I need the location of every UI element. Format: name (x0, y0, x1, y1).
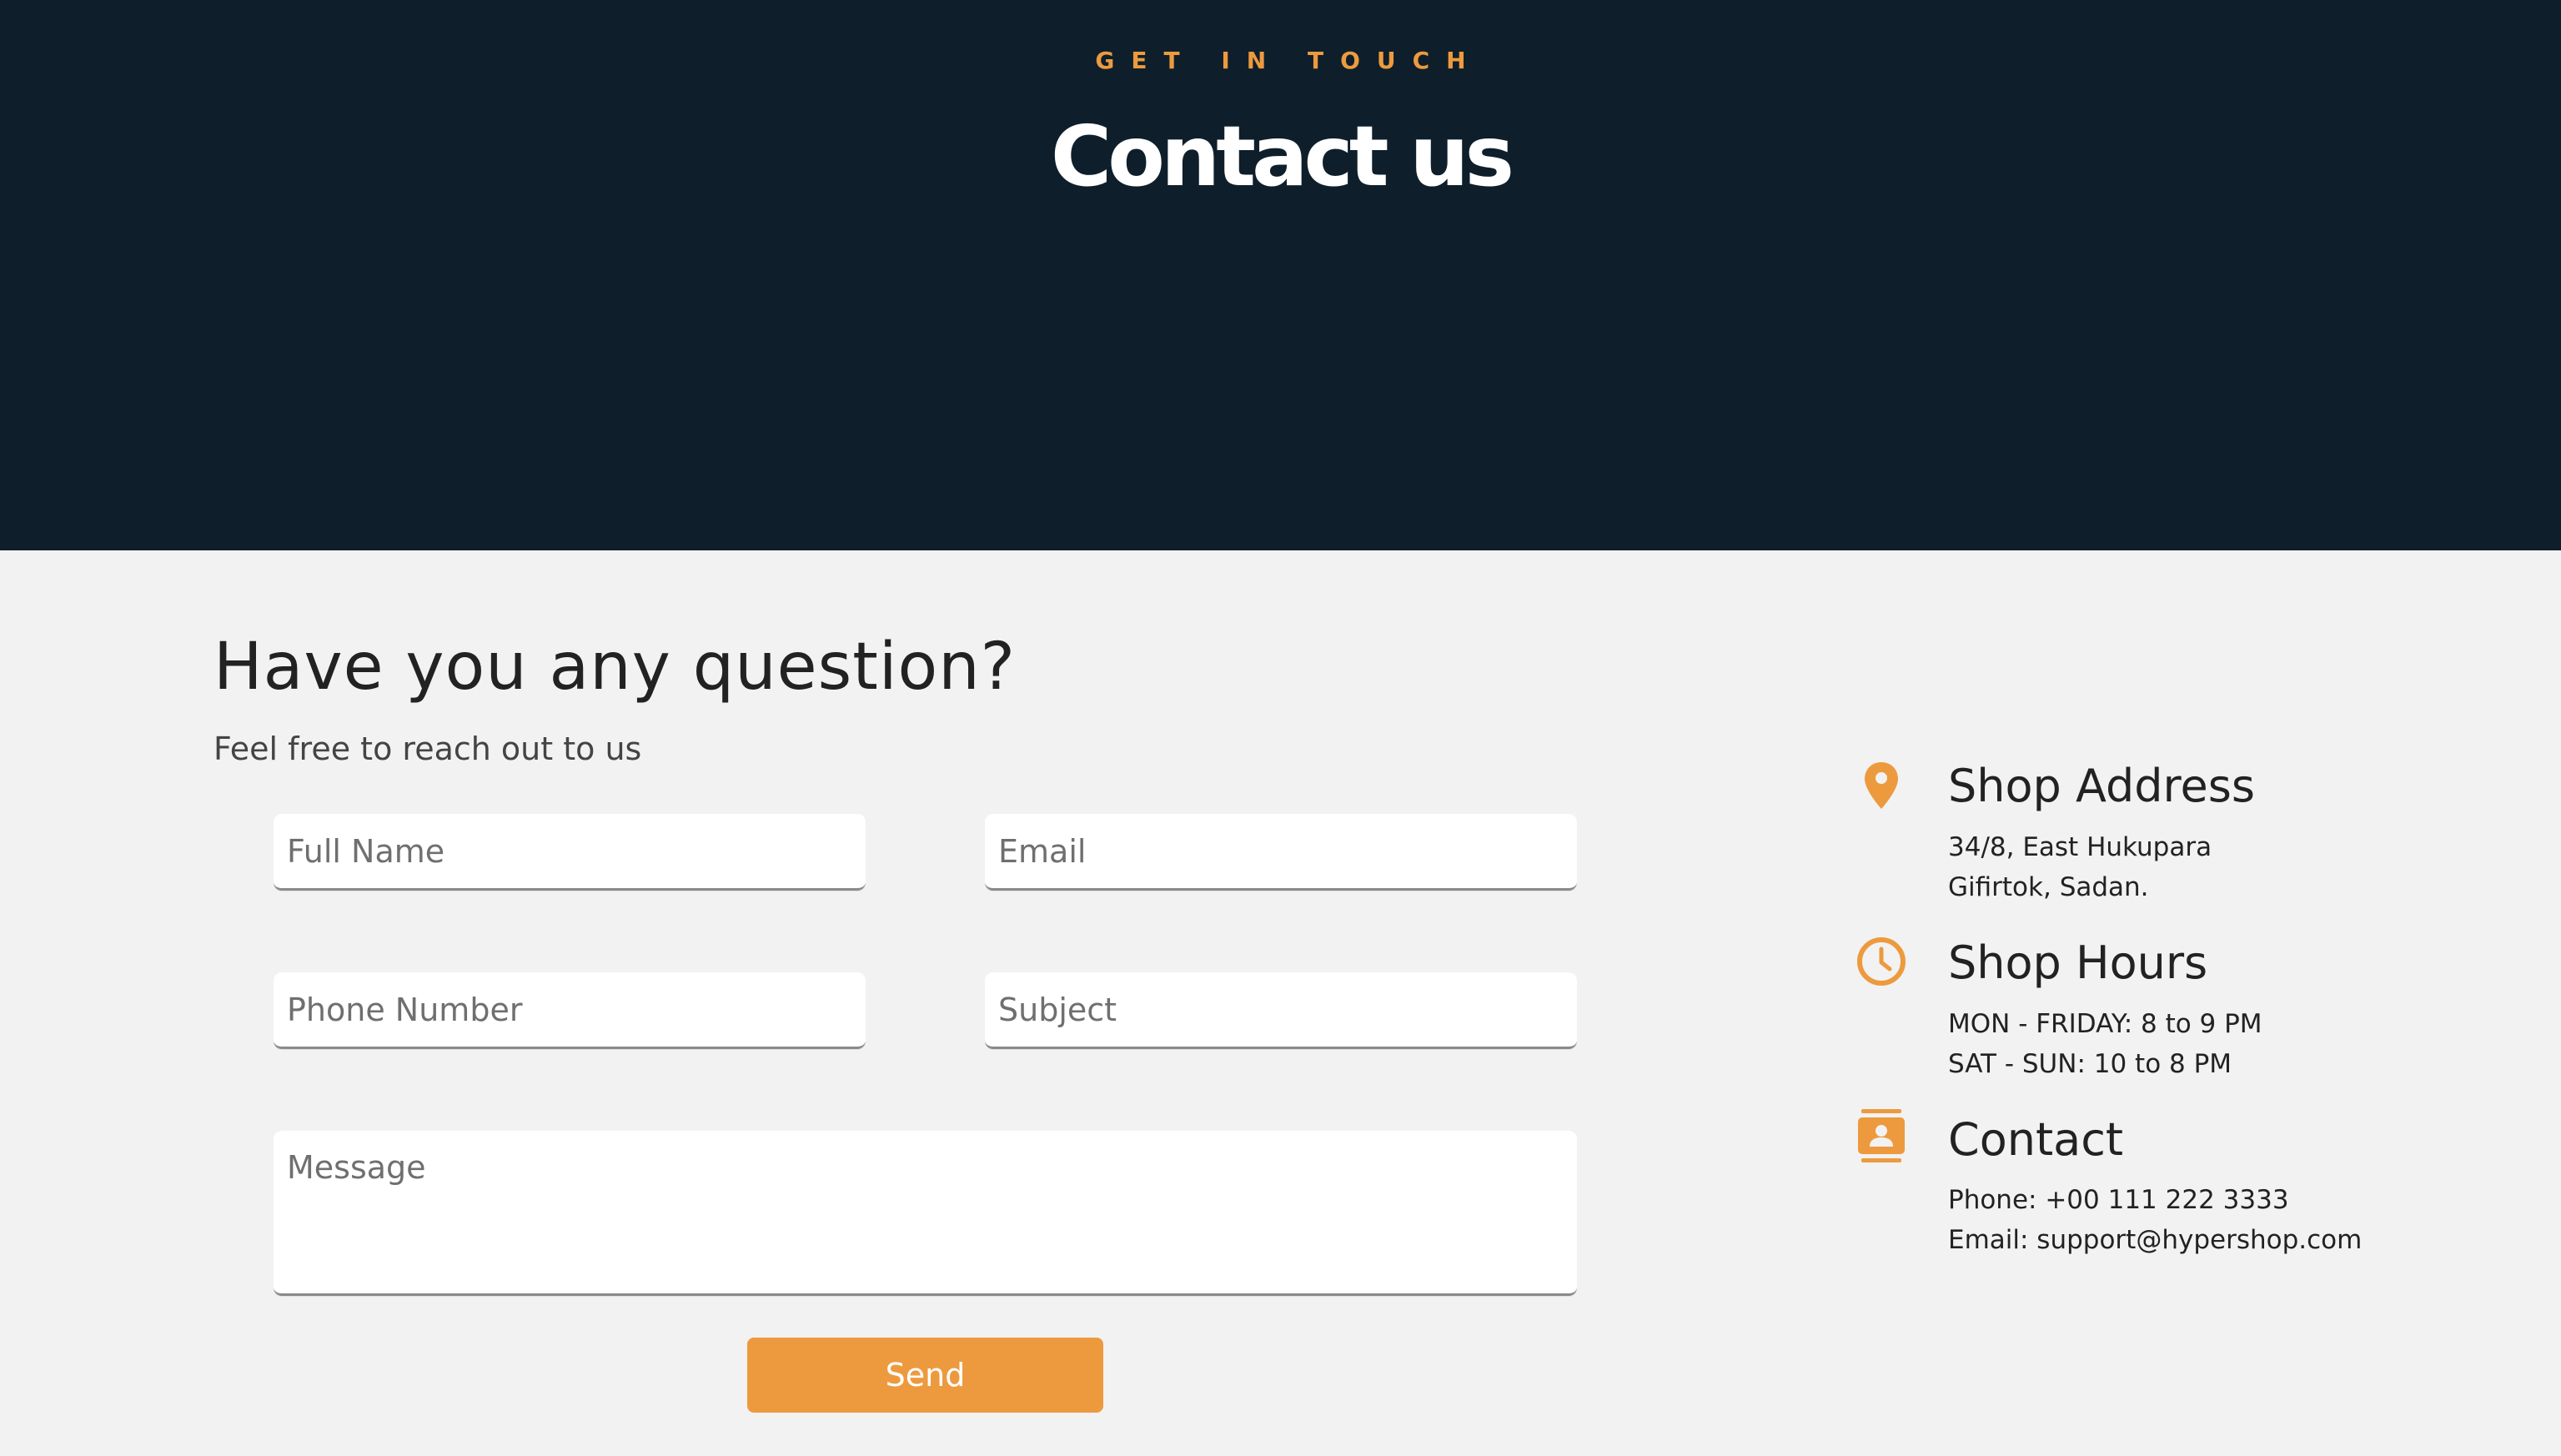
shop-hours-line-1: MON - FRIDAY: 8 to 9 PM (1948, 1009, 2262, 1039)
email-input[interactable] (985, 814, 1577, 891)
hero-banner: GET IN TOUCH Contact us (0, 0, 2561, 550)
shop-address-title: Shop Address (1948, 760, 2256, 812)
contact-card-icon (1858, 1109, 1905, 1162)
shop-address-line-2: Gifirtok, Sadan. (1948, 872, 2149, 902)
full-name-input[interactable] (274, 814, 866, 891)
page-title: Contact us (1050, 108, 1514, 205)
send-button[interactable]: Send (747, 1338, 1103, 1413)
shop-address-line-1: 34/8, East Hukupara (1948, 832, 2212, 862)
contact-title: Contact (1948, 1113, 2124, 1166)
hero-eyebrow: GET IN TOUCH (1095, 47, 1483, 74)
shop-hours-title: Shop Hours (1948, 936, 2208, 989)
form-subheading: Feel free to reach out to us (213, 731, 642, 767)
location-pin-icon (1865, 762, 1898, 809)
phone-number-input[interactable] (274, 972, 866, 1049)
contact-phone[interactable]: Phone: +00 111 222 3333 (1948, 1180, 2289, 1220)
contact-email[interactable]: Email: support@hypershop.com (1948, 1220, 2362, 1260)
clock-icon (1857, 937, 1906, 986)
shop-hours-line-2: SAT - SUN: 10 to 8 PM (1948, 1049, 2232, 1079)
message-textarea[interactable] (274, 1131, 1577, 1296)
subject-input[interactable] (985, 972, 1577, 1049)
form-heading: Have you any question? (213, 630, 1017, 705)
